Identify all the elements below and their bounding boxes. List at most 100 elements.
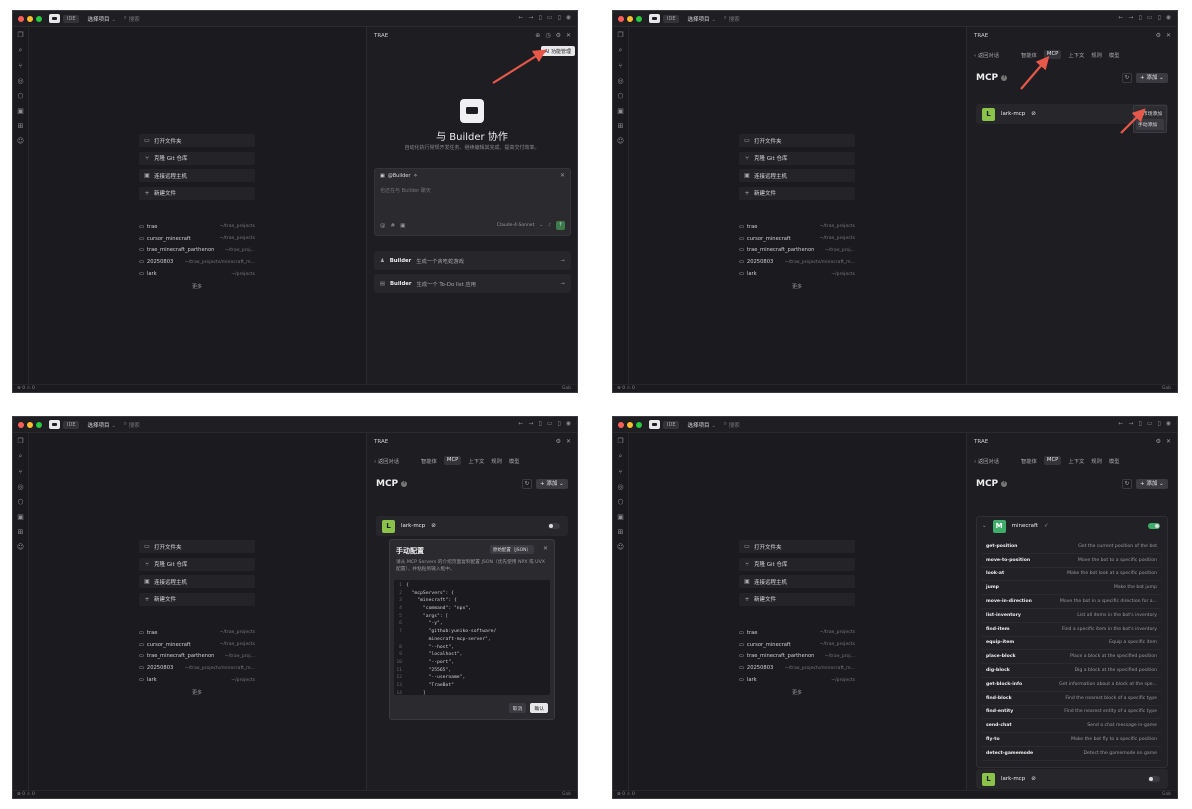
extensions-icon[interactable]: ⬡	[617, 92, 623, 100]
problems-count[interactable]: ⊗ 0 ⚠ 0	[617, 386, 635, 391]
clone-git-button[interactable]: ⑂ 克隆 Git 仓库	[139, 557, 255, 571]
search-box[interactable]: ⌕ 搜索	[724, 421, 740, 429]
account-icon[interactable]: ◉	[1166, 14, 1171, 21]
back-to-chat-link[interactable]: ‹ 返回对话	[374, 457, 399, 465]
new-file-button[interactable]: + 新建文件	[139, 592, 255, 606]
json-editor[interactable]: 1{2 "mcpServers": {3 "minecraft": {4 "co…	[394, 580, 550, 695]
problems-count[interactable]: ⊗ 0 ⚠ 0	[17, 792, 35, 797]
back-arrow-icon[interactable]: ←	[1118, 420, 1123, 427]
tab-rules[interactable]: 规则	[1091, 51, 1102, 59]
add-mcp-button[interactable]: + 添加 ⌄	[536, 479, 568, 489]
account-icon[interactable]: ◉	[566, 14, 571, 21]
add-mcp-button[interactable]: + 添加 ⌄	[1136, 73, 1168, 83]
remote-icon[interactable]: ▣	[17, 107, 24, 115]
recent-item[interactable]: ▭ trae_minecraft_parthenon ~/trae_proj...	[139, 245, 255, 257]
tab-agents[interactable]: 智能体	[1021, 457, 1037, 465]
connect-remote-button[interactable]: ▣ 连接远程主机	[739, 575, 855, 588]
layout-left-icon[interactable]: ▯	[538, 420, 541, 427]
search-box[interactable]: ⌕ 搜索	[724, 15, 740, 23]
new-file-button[interactable]: + 新建文件	[739, 592, 855, 606]
project-selector[interactable]: 选择项目 ⌄	[87, 421, 115, 429]
tab-models[interactable]: 模型	[1109, 457, 1120, 465]
raw-config-button[interactable]: 原始配置（JSON）	[489, 545, 534, 554]
clone-git-button[interactable]: ⑂ 克隆 Git 仓库	[139, 151, 255, 165]
close-icon[interactable]: ✕	[566, 438, 571, 445]
agent-tag[interactable]: ▣ @Builder ✧	[380, 173, 418, 179]
tab-models[interactable]: 模型	[1109, 51, 1120, 59]
preview-icon[interactable]: ◎	[617, 483, 623, 491]
history-icon[interactable]: ◷	[545, 32, 550, 39]
problems-count[interactable]: ⊗ 0 ⚠ 0	[617, 792, 635, 797]
source-control-icon[interactable]: ⑂	[618, 62, 622, 70]
close-window-button[interactable]	[618, 421, 624, 428]
preview-icon[interactable]: ◎	[17, 483, 23, 491]
confirm-button[interactable]: 确认	[530, 703, 548, 713]
more-link[interactable]: 更多	[139, 283, 255, 290]
add-mcp-button[interactable]: + 添加 ⌄	[1136, 479, 1168, 489]
recent-item[interactable]: ▭ 20250803 ~/trae_projects/minecraft_m...	[139, 256, 255, 268]
close-icon[interactable]: ✕	[1166, 32, 1171, 39]
back-to-chat-link[interactable]: ‹ 返回对话	[974, 457, 999, 465]
layout-left-icon[interactable]: ▯	[1138, 420, 1141, 427]
more-link[interactable]: 更多	[139, 689, 255, 696]
recent-item[interactable]: ▭ trae ~/trae_projects	[139, 627, 255, 639]
new-file-button[interactable]: + 新建文件	[139, 186, 255, 200]
mic-icon[interactable]: ♪	[548, 223, 551, 228]
suggestion-todo-app[interactable]: ▤ Builder 生成一个 To-Do list 应用 →	[374, 274, 571, 293]
tab-rules[interactable]: 规则	[491, 457, 502, 465]
close-window-button[interactable]	[618, 15, 624, 22]
minimize-window-button[interactable]	[627, 421, 633, 428]
ide-badge[interactable]: IDE	[63, 14, 80, 23]
forward-arrow-icon[interactable]: →	[1128, 420, 1133, 427]
hash-icon[interactable]: #	[391, 223, 396, 229]
recent-item[interactable]: ▭ trae ~/trae_projects	[739, 627, 855, 639]
refresh-button[interactable]: ↻	[1122, 479, 1132, 489]
explorer-icon[interactable]: ❐	[17, 31, 23, 39]
recent-item[interactable]: ▭ cursor_minecraft ~/trae_projects	[139, 639, 255, 651]
new-file-button[interactable]: + 新建文件	[739, 186, 855, 200]
connect-remote-button[interactable]: ▣ 连接远程主机	[739, 169, 855, 182]
tab-mcp[interactable]: MCP	[1043, 456, 1062, 465]
recent-item[interactable]: ▭ lark ~/projects	[739, 268, 855, 280]
open-folder-button[interactable]: ▭ 打开文件夹	[139, 540, 255, 553]
bot-icon[interactable]: ☺	[617, 137, 624, 145]
account-icon[interactable]: ◉	[1166, 420, 1171, 427]
back-arrow-icon[interactable]: ←	[518, 14, 523, 21]
recent-item[interactable]: ▭ 20250803 ~/trae_projects/minecraft_m...	[739, 256, 855, 268]
maximize-window-button[interactable]	[636, 15, 642, 22]
open-folder-button[interactable]: ▭ 打开文件夹	[739, 134, 855, 147]
recent-item[interactable]: ▭ trae_minecraft_parthenon ~/trae_proj...	[139, 651, 255, 663]
preview-icon[interactable]: ◎	[17, 77, 23, 85]
tab-mcp[interactable]: MCP	[1043, 50, 1062, 59]
layout-bottom-icon[interactable]: ▭	[547, 420, 553, 427]
layout-bottom-icon[interactable]: ▭	[547, 14, 553, 21]
layout-left-icon[interactable]: ▯	[538, 14, 541, 21]
account-icon[interactable]: ◉	[566, 420, 571, 427]
edit-icon[interactable]: ⊘	[1031, 111, 1036, 117]
search-code-icon[interactable]: ⌕	[619, 452, 623, 461]
remote-icon[interactable]: ▣	[617, 107, 624, 115]
forward-arrow-icon[interactable]: →	[1128, 14, 1133, 21]
minimize-window-button[interactable]	[27, 15, 33, 22]
close-window-button[interactable]	[18, 15, 24, 22]
maximize-window-button[interactable]	[36, 421, 42, 428]
edit-icon[interactable]: ⊘	[431, 523, 436, 529]
layout-left-icon[interactable]: ▯	[1138, 14, 1141, 21]
recent-item[interactable]: ▭ trae ~/trae_projects	[739, 221, 855, 233]
close-icon[interactable]: ✕	[543, 545, 548, 552]
tab-models[interactable]: 模型	[509, 457, 520, 465]
recent-item[interactable]: ▭ cursor_minecraft ~/trae_projects	[739, 639, 855, 651]
bot-icon[interactable]: ☺	[17, 543, 24, 551]
apps-icon[interactable]: ⊞	[18, 528, 24, 536]
back-to-chat-link[interactable]: ‹ 返回对话	[974, 51, 999, 59]
ide-badge[interactable]: IDE	[63, 420, 80, 429]
server-toggle[interactable]	[548, 523, 560, 529]
tab-rules[interactable]: 规则	[1091, 457, 1102, 465]
layout-bottom-icon[interactable]: ▭	[1147, 14, 1153, 21]
more-link[interactable]: 更多	[739, 689, 855, 696]
extensions-icon[interactable]: ⬡	[17, 92, 23, 100]
server-toggle[interactable]	[1148, 523, 1160, 529]
chat-input-box[interactable]: ▣ @Builder ✧ ✕ 也还在与 Builder 聊天 @ # ▣ Claude-…	[374, 168, 571, 236]
search-box[interactable]: ⌕ 搜索	[124, 15, 140, 23]
mcp-server-lark[interactable]: Llark-mcp ⊘	[976, 769, 1168, 789]
